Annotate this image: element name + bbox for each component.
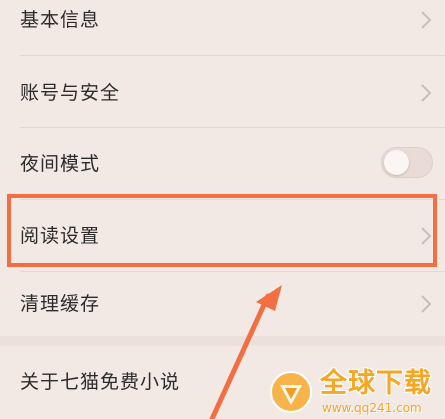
watermark-text: 全球下载 (320, 368, 432, 399)
arrow-up-right-icon (209, 285, 282, 419)
watermark: 全球下载 www.qq241.com (268, 365, 445, 419)
watermark-url: www.qq241.com (322, 401, 422, 415)
globe-logo-icon (270, 371, 312, 413)
